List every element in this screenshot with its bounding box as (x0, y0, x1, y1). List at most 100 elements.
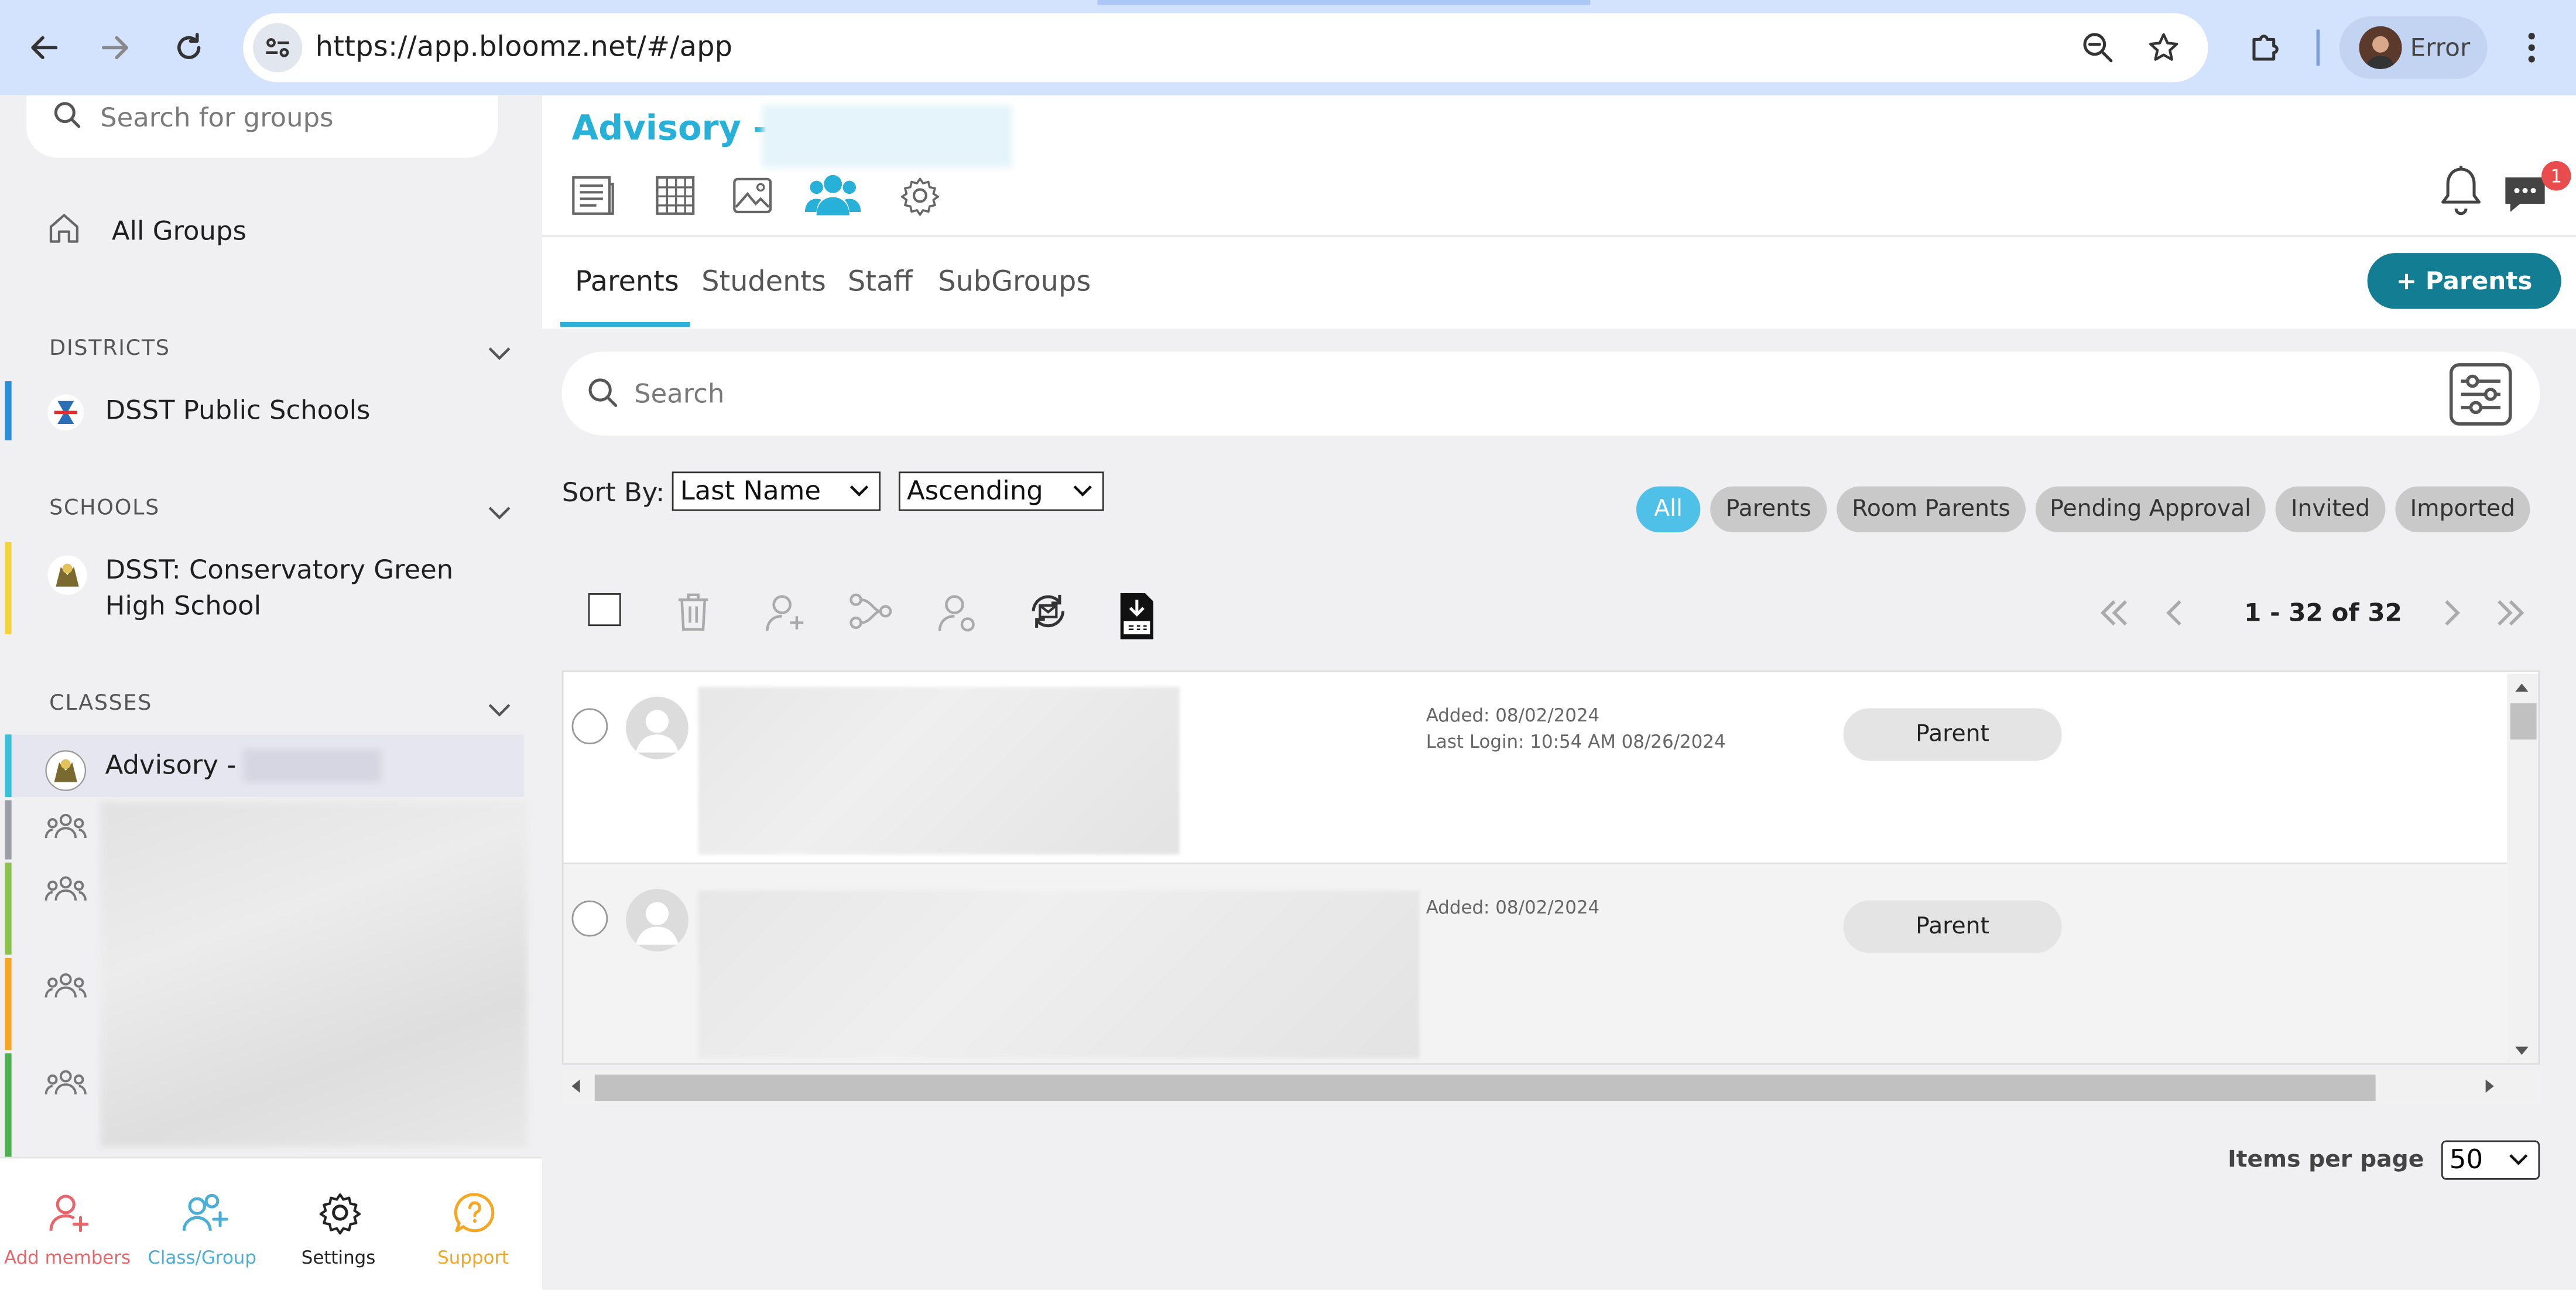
toolbar-divider (2316, 29, 2320, 66)
chevron-down-icon (2509, 1154, 2529, 1166)
subgroup-color-bar (5, 957, 12, 1051)
vertical-scroll-thumb[interactable] (2510, 703, 2537, 740)
feed-icon[interactable] (570, 174, 616, 217)
site-info-icon[interactable] (253, 23, 303, 73)
tab-parents[interactable]: Parents (575, 266, 679, 299)
scroll-right-arrow-icon[interactable] (2484, 1078, 2497, 1094)
district-logo-icon (46, 393, 85, 432)
photo-icon[interactable] (731, 174, 774, 217)
support-label[interactable]: Support (406, 1247, 540, 1268)
url-text[interactable]: https://app.bloomz.net/#/app (316, 31, 733, 64)
redacted-member-info (698, 686, 1180, 855)
search-icon (53, 100, 83, 130)
member-search-placeholder[interactable]: Search (634, 378, 724, 409)
school-item-line2[interactable]: High School (105, 590, 262, 621)
sort-field-value: Last Name (680, 474, 821, 507)
redacted-member-info (698, 890, 1420, 1059)
filter-chip-parents[interactable]: Parents (1710, 486, 1827, 533)
active-tab-strip (1097, 0, 1591, 5)
group-icon (44, 971, 87, 1001)
horizontal-scroll-thumb[interactable] (594, 1075, 2376, 1101)
pagination-range: 1 - 32 of 32 (2244, 598, 2402, 628)
prev-page-icon[interactable] (2162, 597, 2185, 629)
csv-export-icon[interactable] (1117, 591, 1156, 641)
member-settings-icon[interactable] (935, 590, 981, 636)
add-members-label[interactable]: Add members (0, 1247, 135, 1268)
browser-menu-icon[interactable] (2509, 25, 2555, 71)
avatar (626, 696, 688, 759)
reload-icon[interactable] (166, 25, 212, 71)
district-color-bar (5, 381, 12, 441)
chevron-down-icon (1073, 485, 1092, 498)
classes-heading: CLASSES (49, 692, 153, 717)
filter-chip-imported[interactable]: Imported (2395, 486, 2530, 533)
next-page-icon[interactable] (2441, 597, 2464, 629)
school-item-line1[interactable]: DSST: Conservatory Green (105, 554, 454, 585)
filter-chip-room-parents[interactable]: Room Parents (1837, 486, 2026, 533)
tab-staff[interactable]: Staff (848, 266, 913, 299)
member-search-input[interactable] (561, 351, 2540, 436)
role-badge[interactable]: Parent (1843, 708, 2062, 761)
tab-subgroups[interactable]: SubGroups (938, 266, 1091, 299)
school-mascot-icon (46, 554, 89, 597)
group-settings-gear-icon[interactable] (899, 174, 941, 217)
settings-gear-icon[interactable] (317, 1190, 364, 1236)
class-group-icon[interactable] (181, 1190, 230, 1236)
class-group-label[interactable]: Class/Group (135, 1247, 269, 1268)
select-all-checkbox[interactable] (588, 593, 621, 627)
scroll-down-arrow-icon[interactable] (2513, 1045, 2530, 1058)
members-icon[interactable] (804, 171, 861, 217)
row-select-radio[interactable] (571, 900, 608, 937)
add-parents-button[interactable]: + Parents (2367, 253, 2561, 309)
group-icon (44, 874, 87, 904)
add-member-icon[interactable] (46, 1190, 93, 1236)
group-search-placeholder[interactable]: Search for groups (100, 102, 333, 133)
bell-icon[interactable] (2438, 165, 2484, 217)
search-icon (587, 377, 619, 409)
calendar-grid-icon[interactable] (654, 174, 697, 217)
add-member-icon[interactable] (762, 590, 809, 636)
row-select-radio[interactable] (571, 708, 608, 745)
first-page-icon[interactable] (2097, 597, 2133, 629)
group-title: Advisory - (571, 108, 768, 148)
role-badge[interactable]: Parent (1843, 900, 2062, 953)
bookmark-star-icon[interactable] (2140, 25, 2187, 71)
resend-invite-icon[interactable] (1027, 590, 1070, 632)
filter-chip-pending-approval[interactable]: Pending Approval (2035, 486, 2266, 533)
back-icon[interactable] (21, 25, 67, 71)
all-groups-link[interactable]: All Groups (112, 215, 246, 247)
added-date: Added: 08/02/2024 (1426, 897, 1600, 919)
subgroup-color-bar (5, 863, 12, 955)
connect-icon[interactable] (848, 591, 894, 631)
group-icon (44, 1068, 87, 1098)
support-icon[interactable] (452, 1190, 498, 1236)
notification-badge: 1 (2541, 160, 2571, 191)
zoom-icon[interactable] (2075, 25, 2121, 71)
class-item-label[interactable]: Advisory - (105, 750, 237, 781)
district-item[interactable]: DSST Public Schools (105, 394, 371, 425)
header-divider (542, 235, 2576, 237)
filter-chip-all[interactable]: All (1636, 486, 1701, 533)
class-mascot-icon (44, 750, 87, 792)
forward-icon[interactable] (92, 25, 138, 71)
filter-chip-invited[interactable]: Invited (2275, 486, 2386, 533)
home-icon (46, 210, 83, 247)
active-tab-indicator (560, 321, 690, 327)
chevron-down-icon[interactable] (487, 504, 513, 521)
chevron-down-icon[interactable] (487, 345, 513, 361)
subgroup-color-bar (5, 1053, 12, 1159)
last-page-icon[interactable] (2492, 597, 2529, 629)
delete-icon[interactable] (674, 590, 713, 632)
redacted-group-name (762, 105, 1012, 168)
scroll-left-arrow-icon[interactable] (568, 1078, 581, 1094)
scroll-up-arrow-icon[interactable] (2513, 680, 2530, 693)
chevron-down-icon[interactable] (487, 702, 513, 718)
settings-label[interactable]: Settings (271, 1247, 406, 1268)
sort-by-label: Sort By: (561, 476, 665, 508)
extensions-icon[interactable] (2242, 25, 2289, 71)
districts-heading: DISTRICTS (49, 337, 170, 362)
tab-students[interactable]: Students (701, 266, 826, 299)
filter-settings-icon[interactable] (2448, 361, 2513, 427)
schools-heading: SCHOOLS (49, 496, 160, 521)
avatar (626, 889, 688, 952)
